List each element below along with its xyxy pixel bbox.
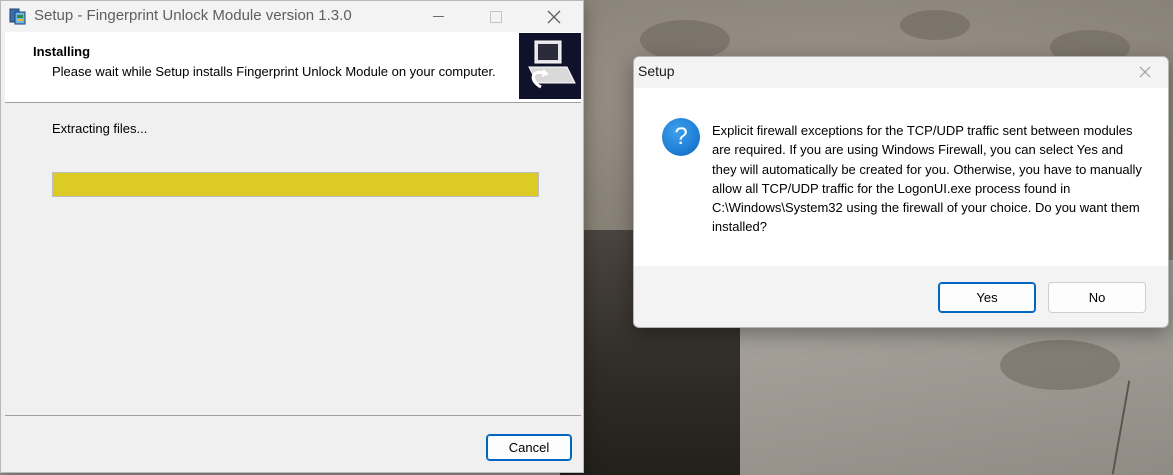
background-rock: [1000, 340, 1120, 390]
installer-logo: [519, 33, 581, 99]
background-rock: [640, 20, 730, 60]
cancel-button[interactable]: Cancel: [486, 434, 572, 461]
close-icon: [1139, 66, 1151, 78]
yes-button[interactable]: Yes: [938, 282, 1036, 313]
dialog-close-button[interactable]: [1134, 61, 1156, 83]
question-icon: ?: [662, 118, 700, 156]
minimize-button[interactable]: [415, 1, 461, 32]
minimize-icon: [432, 16, 444, 17]
progress-bar-fill: [53, 173, 538, 196]
installer-title: Setup - Fingerprint Unlock Module versio…: [34, 7, 352, 24]
installer-header: Installing Please wait while Setup insta…: [5, 32, 581, 102]
maximize-button[interactable]: [473, 1, 519, 32]
status-text: Extracting files...: [52, 121, 148, 136]
dialog-message: Explicit firewall exceptions for the TCP…: [712, 123, 1142, 235]
page-title: Installing: [33, 44, 91, 59]
close-button[interactable]: [531, 1, 577, 32]
setup-app-icon: [9, 8, 26, 25]
footer-divider: [5, 415, 581, 416]
close-icon: [547, 10, 561, 23]
progress-bar: [52, 172, 539, 197]
page-subtitle: Please wait while Setup installs Fingerp…: [52, 64, 496, 79]
background-rock: [900, 10, 970, 40]
dialog-body: ? Explicit firewall exceptions for the T…: [634, 88, 1168, 266]
header-divider: [5, 102, 581, 103]
dialog-title: Setup: [638, 63, 675, 79]
maximize-icon: [490, 10, 502, 23]
installer-window: Setup - Fingerprint Unlock Module versio…: [0, 0, 584, 473]
installer-titlebar[interactable]: Setup - Fingerprint Unlock Module versio…: [1, 1, 583, 32]
message-dialog: Setup ? Explicit firewall exceptions for…: [633, 56, 1169, 328]
no-button[interactable]: No: [1048, 282, 1146, 313]
